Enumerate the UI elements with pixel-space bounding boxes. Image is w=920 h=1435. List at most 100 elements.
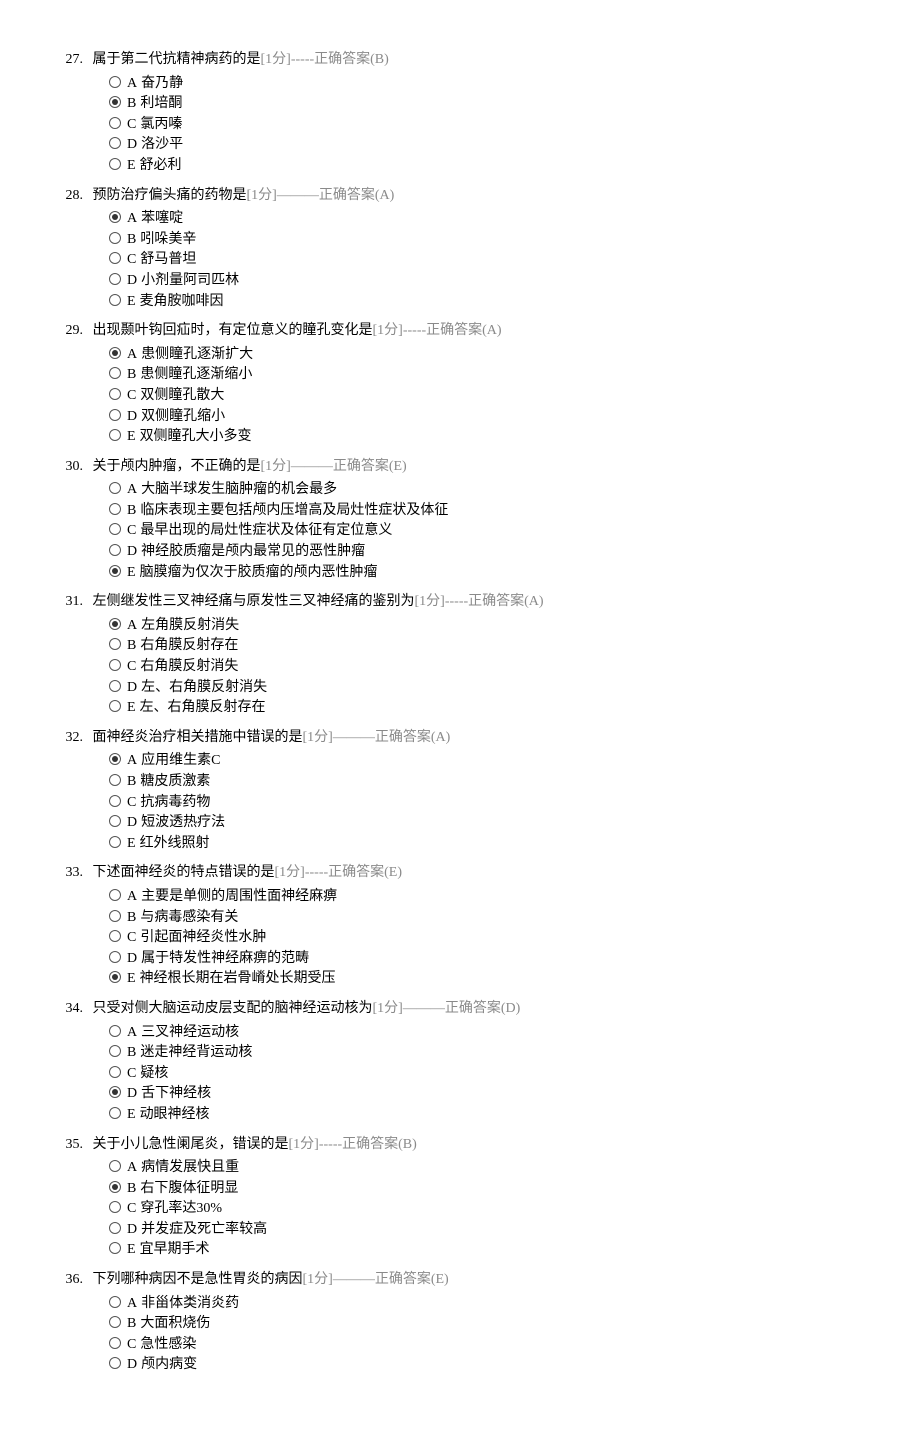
option[interactable]: D颅内病变 — [109, 1355, 865, 1375]
radio-icon[interactable] — [109, 1222, 121, 1234]
option[interactable]: E双侧瞳孔大小多变 — [109, 427, 865, 447]
option[interactable]: E舒必利 — [109, 156, 865, 176]
option[interactable]: C双侧瞳孔散大 — [109, 386, 865, 406]
option[interactable]: B大面积烧伤 — [109, 1314, 865, 1334]
radio-icon[interactable] — [109, 1045, 121, 1057]
option[interactable]: B患侧瞳孔逐渐缩小 — [109, 365, 865, 385]
option[interactable]: C氯丙嗪 — [109, 115, 865, 135]
option[interactable]: E脑膜瘤为仅次于胶质瘤的颅内恶性肿瘤 — [109, 563, 865, 583]
option[interactable]: A苯噻啶 — [109, 209, 865, 229]
option[interactable]: A奋乃静 — [109, 74, 865, 94]
dashes: ——— — [403, 1001, 445, 1016]
radio-icon[interactable] — [109, 971, 121, 983]
option[interactable]: C急性感染 — [109, 1335, 865, 1355]
option[interactable]: C最早出现的局灶性症状及体征有定位意义 — [109, 521, 865, 541]
radio-icon[interactable] — [109, 1181, 121, 1193]
radio-icon[interactable] — [109, 836, 121, 848]
option[interactable]: B吲哚美辛 — [109, 230, 865, 250]
radio-icon[interactable] — [109, 1107, 121, 1119]
radio-icon[interactable] — [109, 482, 121, 494]
option[interactable]: A三叉神经运动核 — [109, 1023, 865, 1043]
option[interactable]: E麦角胺咖啡因 — [109, 292, 865, 312]
option[interactable]: E红外线照射 — [109, 834, 865, 854]
radio-icon[interactable] — [109, 523, 121, 535]
option[interactable]: A病情发展快且重 — [109, 1158, 865, 1178]
option[interactable]: D舌下神经核 — [109, 1084, 865, 1104]
option-label: A — [127, 887, 137, 907]
radio-icon[interactable] — [109, 1357, 121, 1369]
radio-icon[interactable] — [109, 753, 121, 765]
option[interactable]: D左、右角膜反射消失 — [109, 678, 865, 698]
radio-icon[interactable] — [109, 910, 121, 922]
radio-icon[interactable] — [109, 930, 121, 942]
radio-icon[interactable] — [109, 158, 121, 170]
radio-icon[interactable] — [109, 1160, 121, 1172]
radio-icon[interactable] — [109, 117, 121, 129]
radio-icon[interactable] — [109, 294, 121, 306]
radio-icon[interactable] — [109, 211, 121, 223]
option-label: B — [127, 1179, 136, 1199]
radio-icon[interactable] — [109, 96, 121, 108]
radio-icon[interactable] — [109, 659, 121, 671]
option[interactable]: D属于特发性神经麻痹的范畴 — [109, 949, 865, 969]
radio-icon[interactable] — [109, 388, 121, 400]
radio-icon[interactable] — [109, 889, 121, 901]
option[interactable]: E神经根长期在岩骨嵴处长期受压 — [109, 969, 865, 989]
radio-icon[interactable] — [109, 409, 121, 421]
option[interactable]: C舒马普坦 — [109, 250, 865, 270]
option[interactable]: A主要是单侧的周围性面神经麻痹 — [109, 887, 865, 907]
option[interactable]: A患侧瞳孔逐渐扩大 — [109, 345, 865, 365]
radio-icon[interactable] — [109, 680, 121, 692]
radio-icon[interactable] — [109, 1025, 121, 1037]
radio-icon[interactable] — [109, 273, 121, 285]
radio-icon[interactable] — [109, 137, 121, 149]
option[interactable]: C引起面神经炎性水肿 — [109, 928, 865, 948]
radio-icon[interactable] — [109, 429, 121, 441]
radio-icon[interactable] — [109, 795, 121, 807]
option[interactable]: C疑核 — [109, 1064, 865, 1084]
radio-icon[interactable] — [109, 1337, 121, 1349]
option[interactable]: D洛沙平 — [109, 135, 865, 155]
option[interactable]: A左角膜反射消失 — [109, 616, 865, 636]
option[interactable]: C穿孔率达30% — [109, 1199, 865, 1219]
option[interactable]: B糖皮质激素 — [109, 772, 865, 792]
radio-icon[interactable] — [109, 638, 121, 650]
radio-icon[interactable] — [109, 367, 121, 379]
radio-icon[interactable] — [109, 618, 121, 630]
option[interactable]: B迷走神经背运动核 — [109, 1043, 865, 1063]
radio-icon[interactable] — [109, 700, 121, 712]
option[interactable]: B临床表现主要包括颅内压增高及局灶性症状及体征 — [109, 501, 865, 521]
radio-icon[interactable] — [109, 232, 121, 244]
option[interactable]: B右下腹体征明显 — [109, 1179, 865, 1199]
radio-icon[interactable] — [109, 565, 121, 577]
option[interactable]: D神经胶质瘤是颅内最常见的恶性肿瘤 — [109, 542, 865, 562]
option[interactable]: A大脑半球发生脑肿瘤的机会最多 — [109, 480, 865, 500]
radio-icon[interactable] — [109, 252, 121, 264]
option[interactable]: C抗病毒药物 — [109, 793, 865, 813]
radio-icon[interactable] — [109, 76, 121, 88]
radio-icon[interactable] — [109, 1242, 121, 1254]
option[interactable]: B右角膜反射存在 — [109, 636, 865, 656]
option[interactable]: E动眼神经核 — [109, 1105, 865, 1125]
radio-icon[interactable] — [109, 1201, 121, 1213]
radio-icon[interactable] — [109, 1086, 121, 1098]
radio-icon[interactable] — [109, 815, 121, 827]
option[interactable]: A非甾体类消炎药 — [109, 1294, 865, 1314]
option[interactable]: C右角膜反射消失 — [109, 657, 865, 677]
option[interactable]: D双侧瞳孔缩小 — [109, 407, 865, 427]
radio-icon[interactable] — [109, 544, 121, 556]
radio-icon[interactable] — [109, 1066, 121, 1078]
option[interactable]: D短波透热疗法 — [109, 813, 865, 833]
option[interactable]: B利培酮 — [109, 94, 865, 114]
option[interactable]: A应用维生素C — [109, 751, 865, 771]
option[interactable]: B与病毒感染有关 — [109, 908, 865, 928]
option[interactable]: E宜早期手术 — [109, 1240, 865, 1260]
option[interactable]: D并发症及死亡率较高 — [109, 1220, 865, 1240]
option[interactable]: E左、右角膜反射存在 — [109, 698, 865, 718]
radio-icon[interactable] — [109, 1316, 121, 1328]
radio-icon[interactable] — [109, 774, 121, 786]
radio-icon[interactable] — [109, 951, 121, 963]
radio-icon[interactable] — [109, 503, 121, 515]
radio-icon[interactable] — [109, 347, 121, 359]
option[interactable]: D小剂量阿司匹林 — [109, 271, 865, 291]
